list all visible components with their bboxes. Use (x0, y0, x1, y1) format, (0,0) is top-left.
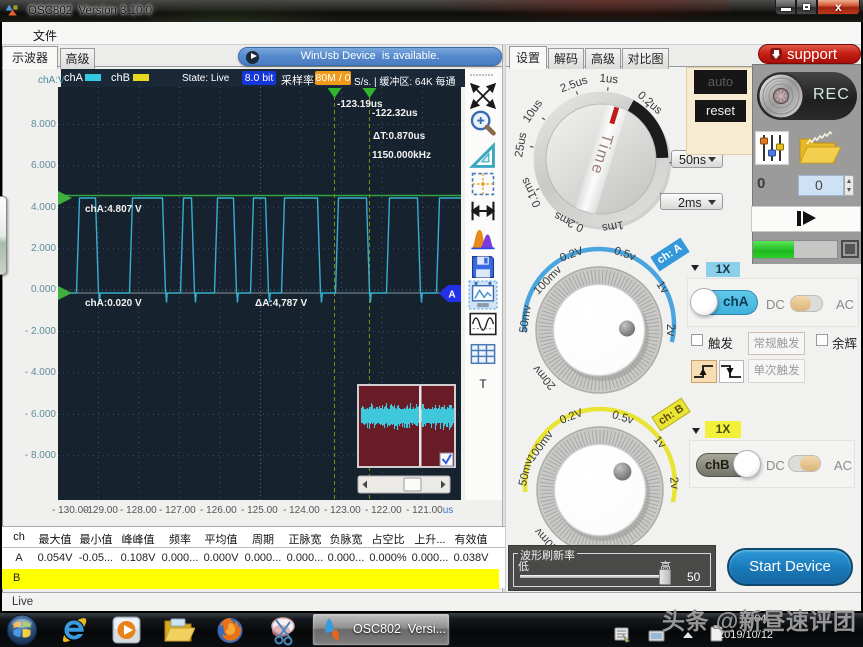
svg-text:chA:4.807 V: chA:4.807 V (85, 204, 142, 215)
svg-text:10us: 10us (521, 98, 545, 126)
svg-text:1us: 1us (599, 73, 619, 87)
svg-text:0.5v: 0.5v (611, 409, 636, 427)
svg-text:50mv: 50mv (517, 457, 535, 487)
svg-text:A: A (448, 290, 455, 301)
svg-text:25us: 25us (513, 131, 529, 158)
svg-text:50mv: 50mv (518, 304, 534, 334)
svg-text:chA:0.020 V: chA:0.020 V (85, 298, 142, 309)
svg-text:-122.32us: -122.32us (372, 108, 418, 119)
svg-text:2v: 2v (667, 476, 680, 489)
svg-text:2v: 2v (664, 324, 676, 336)
svg-text:T: T (479, 377, 487, 391)
svg-text:ΔA:4,787 V: ΔA:4,787 V (255, 298, 308, 309)
svg-text:2.5us: 2.5us (559, 74, 590, 95)
svg-text:1150.000kHz: 1150.000kHz (372, 150, 431, 161)
svg-text:0.2V: 0.2V (558, 245, 585, 264)
svg-text:ΔT:0.870us: ΔT:0.870us (373, 131, 426, 142)
svg-text:0.2V: 0.2V (558, 407, 585, 427)
svg-text:0.5v: 0.5v (612, 245, 637, 263)
